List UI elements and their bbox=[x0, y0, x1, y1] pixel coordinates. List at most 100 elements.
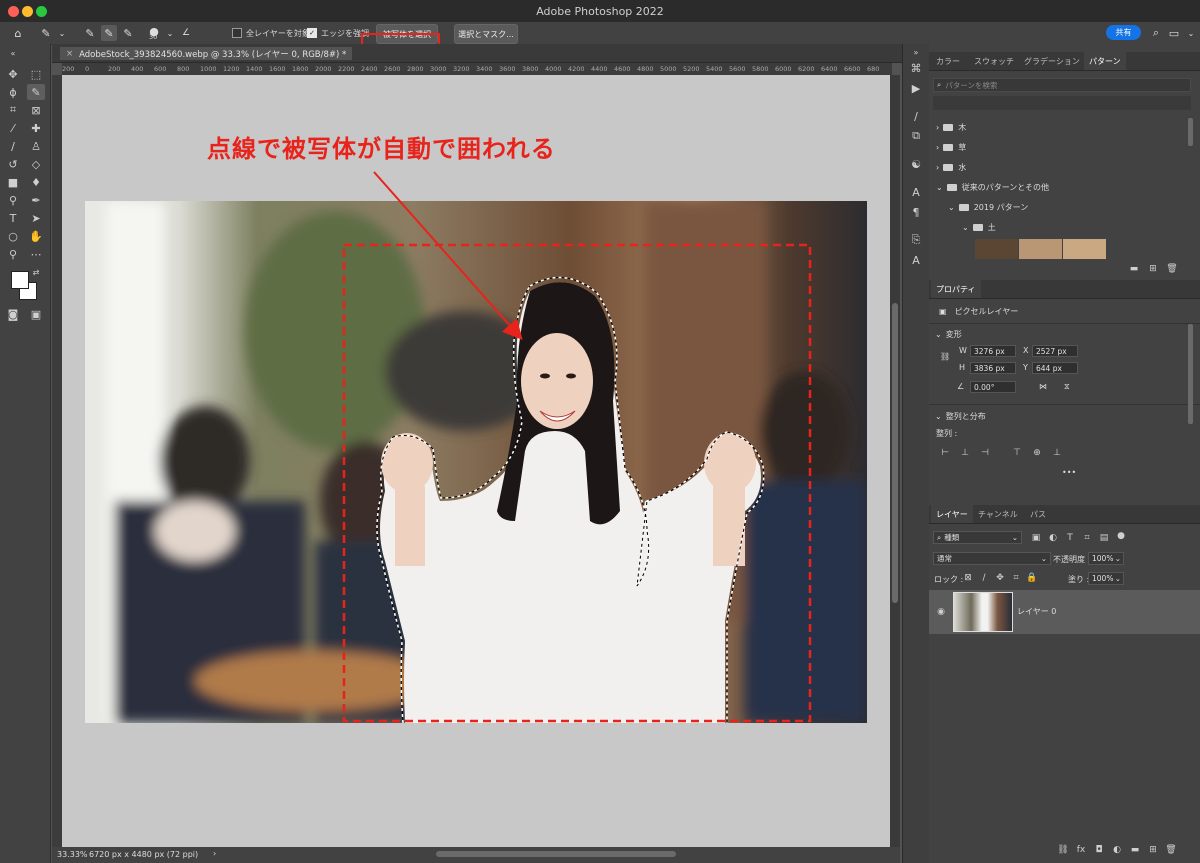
align-top-icon[interactable]: ⊤ bbox=[1011, 447, 1023, 459]
swap-colors-icon[interactable]: ⇄ bbox=[31, 267, 41, 277]
document-tab[interactable]: × AdobeStock_393824560.webp @ 33.3% (レイヤ… bbox=[60, 47, 353, 60]
add-to-selection-icon[interactable]: ✎ bbox=[101, 25, 117, 41]
pattern-search-input[interactable]: ⌕ パターンを検索 bbox=[933, 78, 1191, 92]
workspace-icon[interactable]: ▭ bbox=[1166, 25, 1182, 41]
width-input[interactable]: 3276 px bbox=[970, 345, 1016, 357]
stamp-tool-icon[interactable]: ♙ bbox=[27, 138, 45, 154]
move-tool-icon[interactable]: ✥ bbox=[4, 66, 22, 82]
group-folder-icon[interactable]: ▬ bbox=[1129, 844, 1141, 856]
shape-tool-icon[interactable]: ○ bbox=[4, 228, 22, 244]
tab-channels[interactable]: チャンネル bbox=[973, 505, 1023, 523]
collapse-icon[interactable]: « bbox=[4, 45, 22, 61]
pattern-folder[interactable]: › 水 bbox=[936, 162, 966, 173]
flip-horizontal-icon[interactable]: ⋈ bbox=[1039, 382, 1047, 391]
adjustment-layer-icon[interactable]: ◐ bbox=[1111, 844, 1123, 856]
layer-row[interactable]: ◉ レイヤー 0 bbox=[929, 590, 1200, 634]
lock-artboard-icon[interactable]: ⌗ bbox=[1010, 572, 1022, 584]
align-section[interactable]: ⌄ 整列と分布 bbox=[935, 411, 986, 422]
pattern-folder[interactable]: ⌄ 従来のパターンとその他 bbox=[936, 182, 1049, 193]
clone-source-icon[interactable]: ⎘ bbox=[908, 232, 924, 248]
foreground-color-swatch[interactable] bbox=[11, 271, 29, 289]
sample-all-layers-checkbox[interactable]: 全レイヤーを対象 bbox=[232, 22, 310, 44]
close-icon[interactable]: × bbox=[66, 49, 73, 59]
layer-name[interactable]: レイヤー 0 bbox=[1017, 606, 1056, 617]
pattern-folder[interactable]: ⌄ 土 bbox=[962, 222, 996, 233]
align-center-v-icon[interactable]: ⊕ bbox=[1031, 447, 1043, 459]
lock-transparent-icon[interactable]: ⊠ bbox=[962, 572, 974, 584]
pattern-folder[interactable]: ⌄ 2019 パターン bbox=[948, 202, 1028, 213]
filter-type-icon[interactable]: T bbox=[1064, 532, 1076, 544]
tab-paths[interactable]: パス bbox=[1025, 505, 1051, 523]
home-icon[interactable]: ⌂ bbox=[10, 25, 26, 41]
link-icon[interactable]: ⛓ bbox=[940, 352, 950, 361]
quick-selection-preset-icon[interactable]: ✎ bbox=[38, 25, 54, 41]
y-input[interactable]: 644 px bbox=[1032, 362, 1078, 374]
vertical-scrollbar[interactable] bbox=[890, 75, 900, 847]
new-selection-icon[interactable]: ✎ bbox=[82, 25, 98, 41]
filter-smart-object-icon[interactable]: ▤ bbox=[1098, 532, 1110, 544]
chevron-down-icon[interactable]: ⌄ bbox=[1183, 25, 1199, 41]
scroll-thumb[interactable] bbox=[1188, 118, 1193, 146]
lock-all-icon[interactable]: 🔒 bbox=[1026, 572, 1038, 584]
select-and-mask-button[interactable]: 選択とマスク... bbox=[454, 24, 518, 44]
folder-icon[interactable]: ▬ bbox=[1128, 263, 1140, 275]
history-icon[interactable]: ⌘ bbox=[908, 60, 924, 76]
quick-selection-tool-icon[interactable]: ✎ bbox=[27, 84, 45, 100]
layer-mask-icon[interactable]: ◘ bbox=[1093, 844, 1105, 856]
screen-mode-icon[interactable]: ▣ bbox=[27, 306, 45, 322]
rotation-input[interactable]: 0.00° bbox=[970, 381, 1016, 393]
zoom-tool-icon[interactable]: ⚲ bbox=[4, 246, 22, 262]
search-icon[interactable]: ⌕ bbox=[1148, 25, 1164, 41]
pen-tool-icon[interactable]: ✒ bbox=[27, 192, 45, 208]
character-icon[interactable]: A bbox=[908, 184, 924, 200]
document-image[interactable] bbox=[85, 201, 867, 723]
tab-gradients[interactable]: グラデーション bbox=[1019, 52, 1085, 70]
x-input[interactable]: 2527 px bbox=[1032, 345, 1078, 357]
filter-adjustment-icon[interactable]: ◐ bbox=[1047, 532, 1059, 544]
quick-mask-icon[interactable]: ◙ bbox=[4, 306, 22, 322]
eraser-tool-icon[interactable]: ◇ bbox=[27, 156, 45, 172]
brush-settings-icon[interactable]: ∕ bbox=[908, 108, 924, 124]
pattern-folder[interactable]: › 草 bbox=[936, 142, 966, 153]
more-options[interactable]: ••• bbox=[1062, 468, 1076, 477]
tab-patterns[interactable]: パターン bbox=[1084, 52, 1126, 70]
healing-brush-tool-icon[interactable]: ✚ bbox=[27, 120, 45, 136]
chevron-right-icon[interactable]: › bbox=[213, 849, 216, 858]
pattern-swatch[interactable] bbox=[1063, 239, 1106, 259]
subtract-from-selection-icon[interactable]: ✎ bbox=[120, 25, 136, 41]
pattern-swatch[interactable] bbox=[975, 239, 1018, 259]
tab-swatches[interactable]: スウォッチ bbox=[969, 52, 1019, 70]
brush-tool-icon[interactable]: ∕ bbox=[4, 138, 22, 154]
visibility-eye-icon[interactable]: ◉ bbox=[935, 606, 947, 618]
tab-layers[interactable]: レイヤー bbox=[931, 505, 973, 523]
chevron-down-icon[interactable]: ⌄ bbox=[54, 25, 70, 41]
lock-pixels-icon[interactable]: ∕ bbox=[978, 572, 990, 584]
eyedropper-tool-icon[interactable]: ⁄ bbox=[4, 120, 22, 136]
add-icon[interactable]: ⊞ bbox=[1147, 263, 1159, 275]
pattern-folder[interactable]: › 木 bbox=[936, 122, 966, 133]
opacity-input[interactable]: 100% ⌄ bbox=[1088, 552, 1124, 565]
transform-section[interactable]: ⌄ 変形 bbox=[935, 329, 962, 340]
layer-filter-select[interactable]: ⌕ 種類 ⌄ bbox=[933, 531, 1022, 544]
zoom-level[interactable]: 33.33% bbox=[57, 850, 88, 859]
align-right-icon[interactable]: ⊣ bbox=[979, 447, 991, 459]
lasso-tool-icon[interactable]: ϕ bbox=[4, 84, 22, 100]
dodge-tool-icon[interactable]: ⚲ bbox=[4, 192, 22, 208]
paragraph-icon[interactable]: ¶ bbox=[908, 204, 924, 220]
tab-color[interactable]: カラー bbox=[931, 52, 965, 70]
scroll-thumb[interactable] bbox=[892, 303, 898, 603]
align-bottom-icon[interactable]: ⊥ bbox=[1051, 447, 1063, 459]
trash-icon[interactable]: 🗑 bbox=[1165, 844, 1177, 856]
fx-icon[interactable]: fx bbox=[1075, 844, 1087, 856]
marquee-tool-icon[interactable]: ⬚ bbox=[27, 66, 45, 82]
scroll-thumb[interactable] bbox=[1188, 324, 1193, 424]
new-layer-icon[interactable]: ⊞ bbox=[1147, 844, 1159, 856]
chevron-down-icon[interactable]: ⌄ bbox=[162, 25, 178, 41]
align-center-h-icon[interactable]: ⊥ bbox=[959, 447, 971, 459]
crop-tool-icon[interactable]: ⌗ bbox=[4, 102, 22, 118]
gradient-tool-icon[interactable]: ■ bbox=[4, 174, 22, 190]
filter-pixel-icon[interactable]: ▣ bbox=[1030, 532, 1042, 544]
styles-icon[interactable]: ☯ bbox=[908, 156, 924, 172]
collapse-icon[interactable]: » bbox=[908, 44, 924, 60]
tab-properties[interactable]: プロパティ bbox=[931, 280, 981, 298]
